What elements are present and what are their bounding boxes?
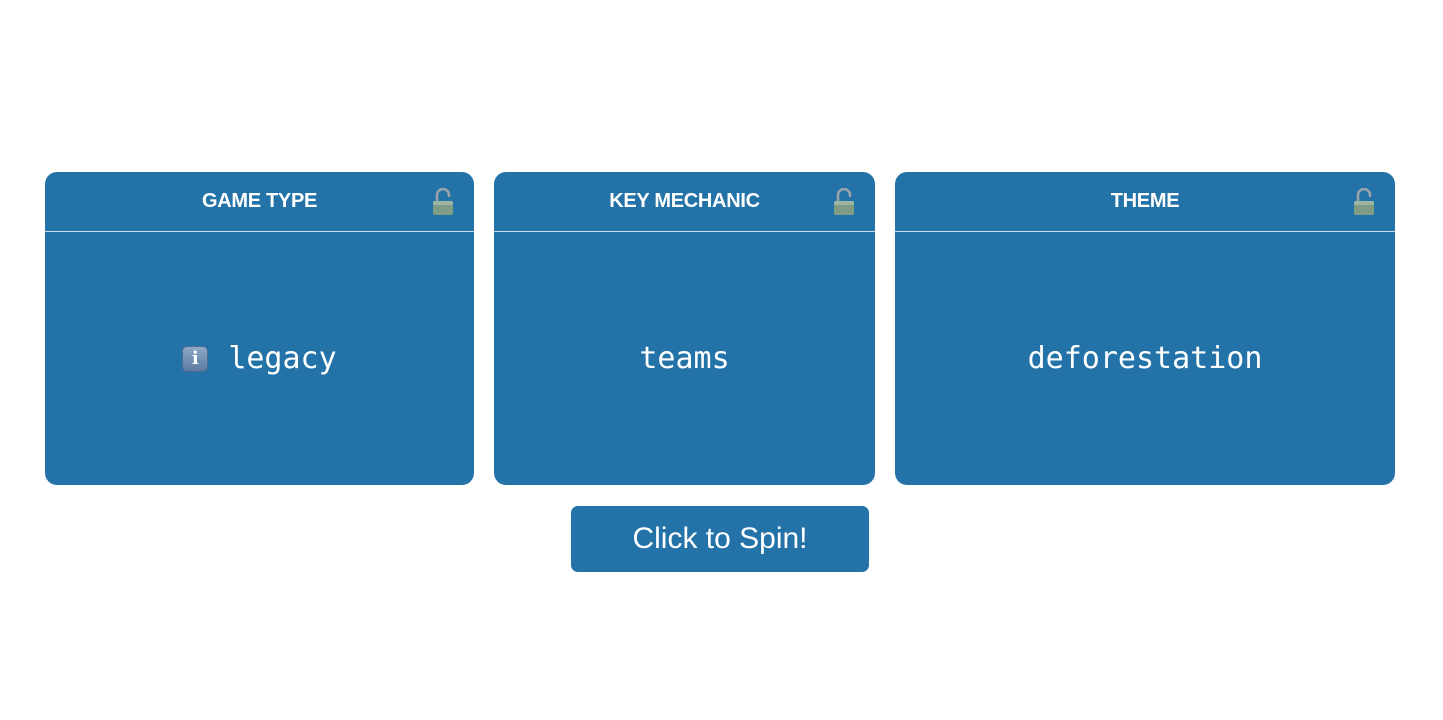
- game-type-value: legacy: [228, 341, 337, 376]
- game-type-header: GAME TYPE: [45, 172, 474, 232]
- unlocked-padlock-icon[interactable]: [833, 187, 855, 216]
- theme-value-area: deforestation: [895, 232, 1395, 485]
- theme-card: THEME deforestation: [895, 172, 1395, 485]
- theme-value: deforestation: [1027, 341, 1263, 376]
- key-mechanic-card: KEY MECHANIC teams: [494, 172, 875, 485]
- spin-button[interactable]: Click to Spin!: [571, 506, 869, 572]
- unlocked-padlock-icon[interactable]: [1353, 187, 1375, 216]
- key-mechanic-value: teams: [639, 341, 730, 376]
- slot-machine-stage: GAME TYPE i legacy KEY MECHANIC teams TH…: [0, 0, 1443, 720]
- key-mechanic-title: KEY MECHANIC: [609, 190, 760, 212]
- key-mechanic-value-area: teams: [494, 232, 875, 485]
- game-type-value-area: i legacy: [45, 232, 474, 485]
- theme-header: THEME: [895, 172, 1395, 232]
- game-type-card: GAME TYPE i legacy: [45, 172, 474, 485]
- unlocked-padlock-icon[interactable]: [432, 187, 454, 216]
- information-icon[interactable]: i: [182, 345, 209, 372]
- game-type-title: GAME TYPE: [201, 190, 318, 212]
- theme-title: THEME: [1110, 190, 1180, 212]
- key-mechanic-header: KEY MECHANIC: [494, 172, 875, 232]
